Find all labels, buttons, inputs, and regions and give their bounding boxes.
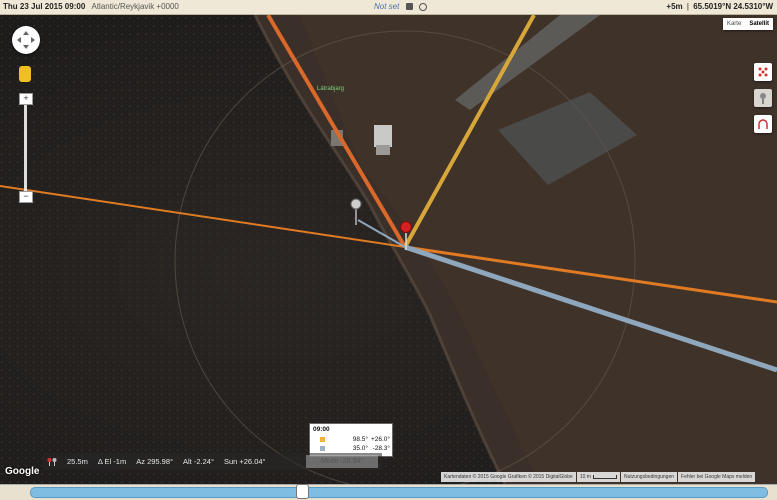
sun-azimuth: 98.5° [352, 436, 368, 443]
secondary-pin-icon[interactable] [349, 197, 363, 227]
location-status[interactable]: Not set [374, 2, 399, 11]
moon-altitude: -28.3° [372, 445, 390, 452]
date-time-label[interactable]: Thu 23 Jul 2015 09:00 [3, 2, 85, 11]
sun-swatch-icon [320, 437, 325, 442]
map-attribution: Kartendaten © 2015 Google Grafiken © 201… [440, 472, 756, 482]
separator: | [686, 2, 689, 11]
arc-icon [758, 119, 768, 129]
azimuth-value: Az 295.98° [136, 457, 174, 466]
map-imagery [0, 15, 777, 484]
report-error-link[interactable]: Fehler bei Google Maps melden [678, 472, 756, 482]
pin-button[interactable] [754, 89, 772, 107]
zoom-track[interactable] [24, 98, 27, 202]
moon-value: Moon -28.34° [306, 455, 378, 468]
pan-arrows-icon [17, 31, 35, 49]
time-slider-track[interactable] [30, 487, 768, 498]
scatter-icon [758, 67, 768, 77]
popup-time: 09:00 [313, 426, 330, 433]
map-data-credit: Kartendaten © 2015 Google Grafiken © 201… [441, 472, 576, 482]
map-type-satellite-button[interactable]: Satellit [745, 18, 773, 30]
timezone-label: Atlantic/Reykjavik +0000 [91, 2, 179, 11]
delta-elevation: Δ El -1m [98, 457, 126, 466]
moon-swatch-icon [320, 446, 325, 451]
popup-sun-row: 98.5° +26.0° [320, 436, 390, 445]
elevation-label: +5m [666, 2, 683, 11]
geodetic-button[interactable] [754, 115, 772, 133]
sun-value: Sun +26.04° [223, 457, 266, 466]
delta-el-label: Δ El [97, 457, 112, 466]
zoom-out-button[interactable]: − [19, 191, 33, 203]
top-info-bar: Thu 23 Jul 2015 09:00 Atlantic/Reykjavik… [0, 0, 777, 15]
moon-azimuth: 35.0° [352, 445, 368, 452]
pins-icon [47, 458, 57, 466]
pan-control[interactable] [12, 26, 40, 54]
coordinates-label: 65.5019°N 24.5310°W [693, 2, 773, 11]
scale-indicator: 10 m [576, 472, 620, 482]
satellite-map[interactable]: Látrabjarg [0, 15, 777, 485]
scale-label: 10 m [579, 474, 591, 480]
pin-icon [760, 93, 766, 104]
lock-icon[interactable] [405, 3, 413, 11]
zoom-in-button[interactable]: + [19, 93, 33, 105]
place-label: Látrabjarg [317, 86, 345, 92]
delta-el-value: -1m [113, 457, 127, 466]
markers-button[interactable] [754, 63, 772, 81]
google-logo: Google [5, 466, 40, 477]
sun-altitude: +26.0° [370, 436, 390, 443]
altitude-value: Alt -2.24° [183, 457, 214, 466]
scale-bar [592, 475, 617, 479]
map-type-control: Karte Satellit [722, 18, 773, 30]
distance-value: 25.5m [67, 457, 88, 466]
terms-link[interactable]: Nutzungsbedingungen [620, 472, 678, 482]
observer-pin-icon[interactable] [399, 220, 413, 252]
pegman-icon[interactable] [19, 66, 31, 82]
time-slider-handle[interactable] [296, 484, 309, 499]
time-popup: 09:00 98.5° +26.0° 35.0° -28.3° [309, 423, 393, 457]
compass-icon[interactable] [418, 2, 427, 11]
map-type-map-button[interactable]: Karte [722, 18, 746, 30]
